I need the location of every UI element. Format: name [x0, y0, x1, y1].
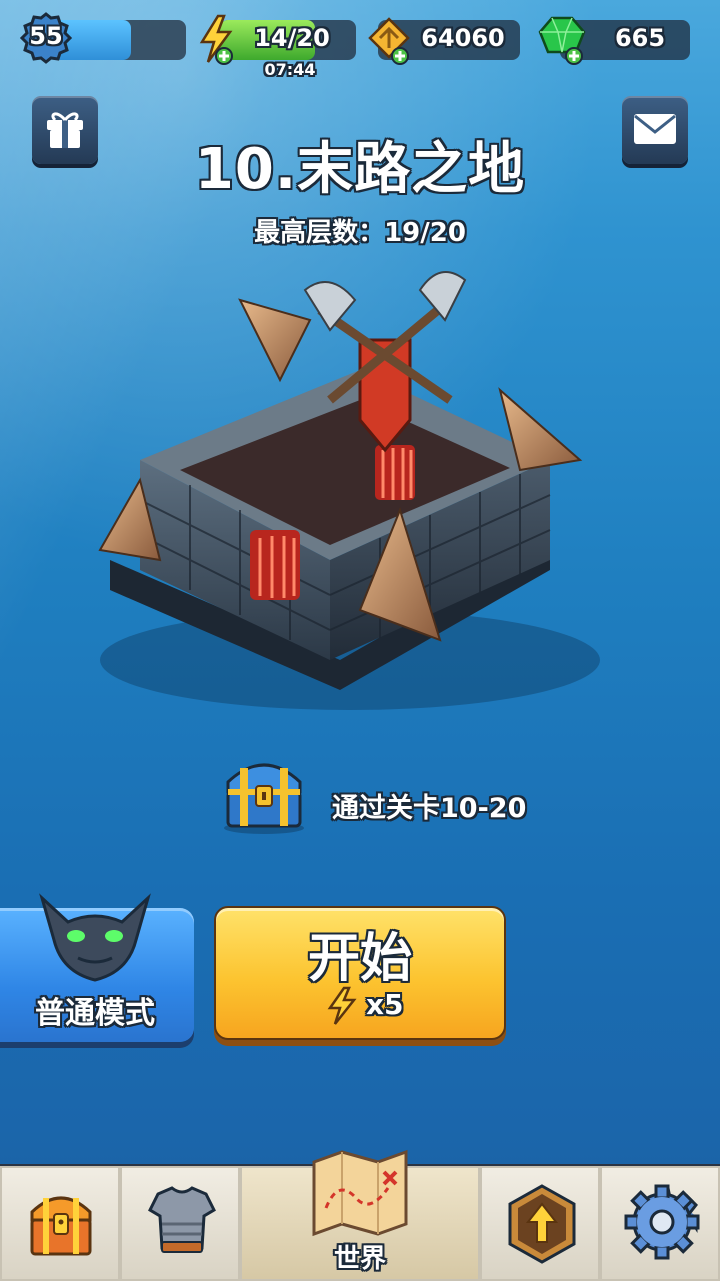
reward-condition: 通过关卡10-20: [332, 793, 527, 824]
treasure-chest-icon[interactable]: [218, 752, 310, 836]
stage-title: 10.末路之地: [194, 137, 526, 202]
fortress-illustration[interactable]: [80, 260, 620, 720]
energy-count: 14/20: [254, 24, 330, 52]
nav-tab-talent[interactable]: [480, 1166, 600, 1281]
demon-mask-icon: [39, 893, 151, 982]
normal-mode-label: 普通模式: [35, 996, 155, 1031]
nav-tab-world-label: 世界: [333, 1244, 386, 1274]
coin-count: 64060: [421, 24, 505, 52]
treasure-chest-icon: [30, 1196, 92, 1256]
nav-tab-shop[interactable]: [0, 1166, 120, 1281]
start-cost: x5: [366, 988, 404, 1021]
upgrade-arrow-icon: [508, 1184, 576, 1264]
nav-tab-equipment[interactable]: [120, 1166, 240, 1281]
start-label: 开始: [307, 929, 412, 989]
armor-icon: [148, 1186, 216, 1253]
lightning-cost-icon: [327, 986, 357, 1025]
best-floor-label: 最高层数：19/20: [254, 218, 466, 248]
map-icon: [312, 1149, 408, 1237]
gem-icon: [538, 16, 586, 65]
lightning-icon: [199, 14, 233, 65]
player-level: 55: [29, 22, 63, 50]
coin-icon: [368, 17, 410, 65]
gear-icon: [624, 1184, 700, 1260]
gem-count: 665: [614, 24, 666, 52]
energy-timer: 07:44: [264, 60, 316, 79]
nav-tab-settings[interactable]: [600, 1166, 720, 1281]
